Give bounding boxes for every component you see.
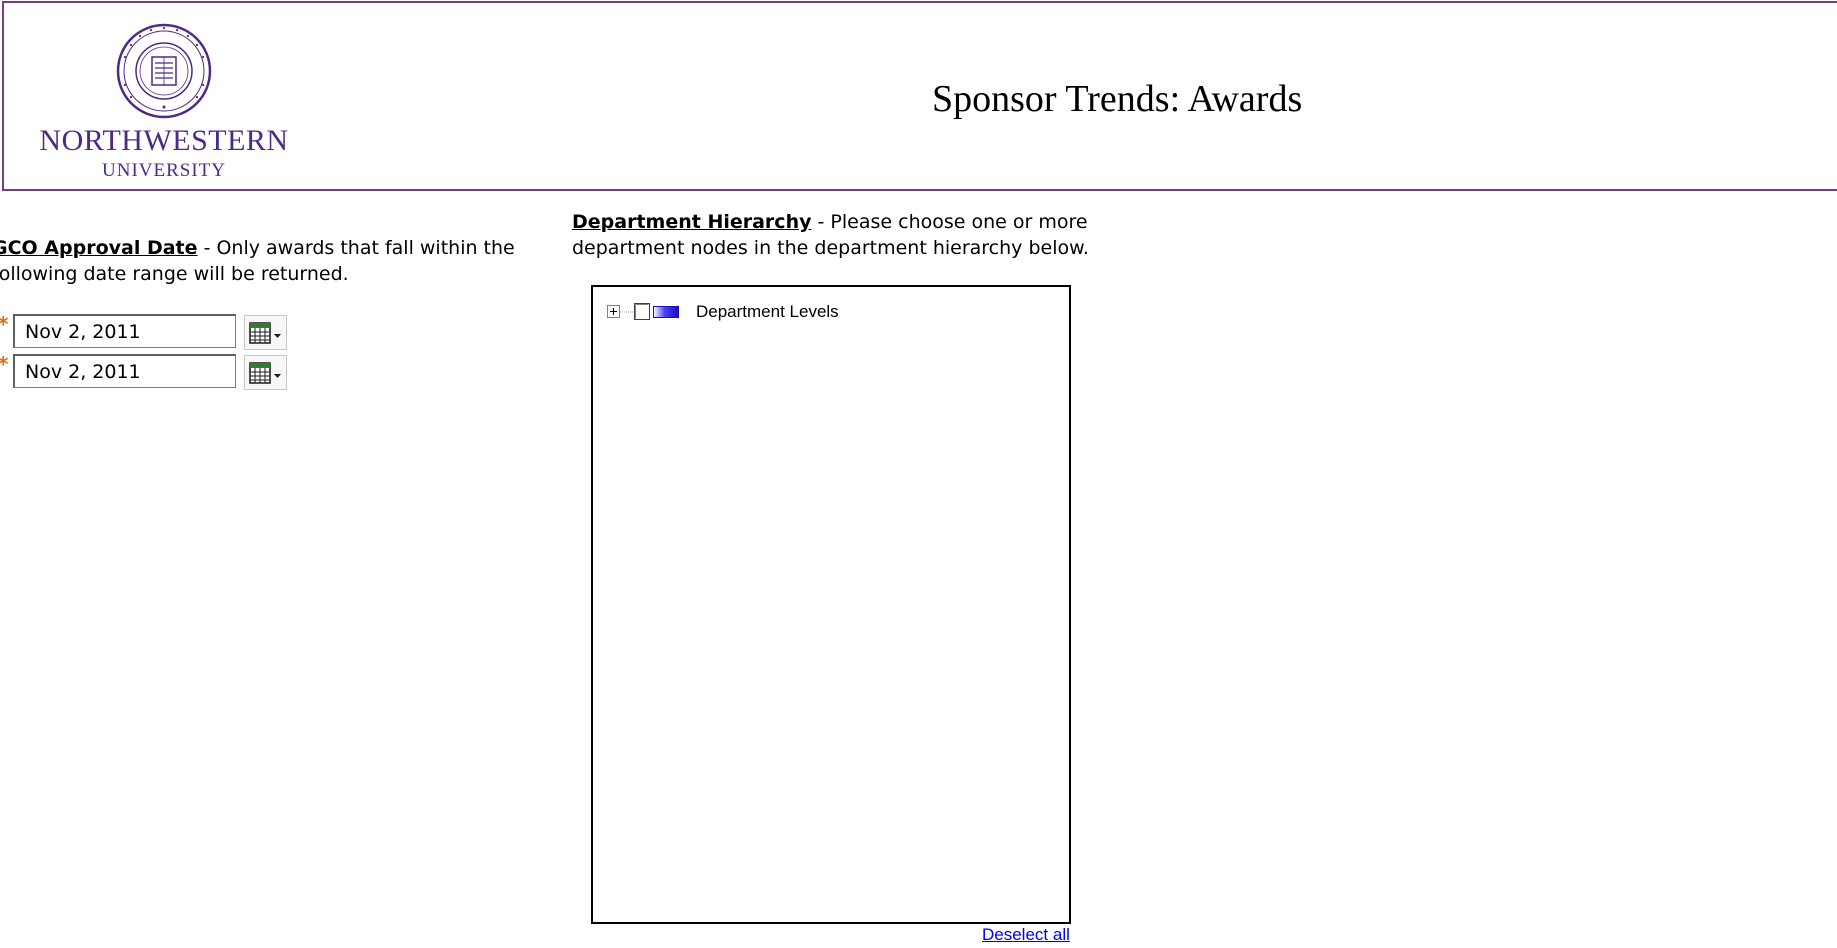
gco-approval-date-description: GCO Approval Date - Only awards that fal… [0,235,515,287]
gco-description-line2: following date range will be returned. [0,263,349,285]
department-tree[interactable]: Department Levels [591,285,1071,924]
department-description-line2: department nodes in the department hiera… [572,237,1089,259]
gco-approval-date-label: GCO Approval Date [0,237,198,259]
required-marker: * [0,352,8,376]
hierarchy-level-icon [653,306,679,318]
node-checkbox[interactable] [634,303,650,320]
logo-subtitle: UNIVERSITY [102,160,226,181]
expand-plus-icon[interactable] [607,305,620,318]
deselect-all-link[interactable]: Deselect all [982,925,1070,945]
department-hierarchy-description: Department Hierarchy - Please choose one… [572,209,1089,261]
department-description-line1: - Please choose one or more [811,211,1088,233]
start-date-calendar-button[interactable] [244,315,287,350]
university-seal-icon [116,23,212,119]
department-hierarchy-label: Department Hierarchy [572,211,812,233]
start-date-input[interactable] [13,314,236,348]
calendar-icon [249,322,281,344]
northwestern-logo: NORTHWESTERN UNIVERSITY [34,23,294,183]
calendar-icon [249,362,281,384]
page-title: Sponsor Trends: Awards [932,78,1303,120]
gco-description-line1: - Only awards that fall within the [197,237,515,259]
end-date-input[interactable] [13,354,236,388]
required-marker: * [0,312,8,336]
tree-connector-icon [620,311,634,313]
end-date-calendar-button[interactable] [244,355,287,390]
page-header: NORTHWESTERN UNIVERSITY Sponsor Trends: … [2,1,1837,191]
tree-node-label: Department Levels [696,302,839,321]
logo-wordmark: NORTHWESTERN [39,124,289,157]
